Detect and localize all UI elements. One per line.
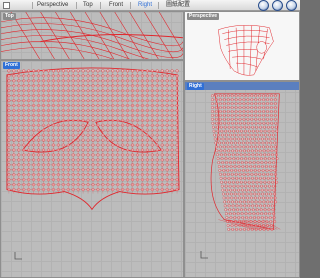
tab-divider <box>158 2 159 9</box>
tab-front[interactable]: Front <box>106 1 126 10</box>
right-viewport[interactable]: Right <box>184 81 300 278</box>
top-viewport[interactable]: Top <box>0 11 184 60</box>
mask-right-wireframe <box>210 93 281 231</box>
tab-top[interactable]: Top <box>80 1 96 10</box>
axis-icon <box>200 251 208 259</box>
tab-perspective[interactable]: Perspective <box>34 1 71 10</box>
viewport-label[interactable]: Front <box>3 62 20 69</box>
viewport-grid-icon[interactable] <box>3 2 10 9</box>
viewport-label[interactable]: Perspective <box>187 13 220 20</box>
mask-top-wireframe <box>1 12 183 59</box>
tab-divider <box>130 2 131 9</box>
sphere-display-icon[interactable] <box>258 0 269 11</box>
sphere-rendered-icon[interactable] <box>286 0 297 11</box>
tab-divider <box>76 2 77 9</box>
tab-layout[interactable]: 圖紙配置 <box>163 1 193 10</box>
viewport-label[interactable]: Right <box>187 83 204 90</box>
viewport-tab-bar: Perspective Top Front Right 圖紙配置 <box>0 0 300 11</box>
mask-front-wireframe <box>6 67 180 211</box>
axis-icon <box>14 252 22 260</box>
perspective-viewport[interactable]: Perspective <box>184 11 300 81</box>
tab-divider <box>100 2 101 9</box>
tab-right[interactable]: Right <box>135 1 155 10</box>
tab-divider <box>32 2 33 9</box>
front-viewport[interactable]: Front <box>0 60 184 278</box>
viewport-label[interactable]: Top <box>3 13 16 20</box>
sphere-shaded-icon[interactable] <box>272 0 283 11</box>
mask-perspective-wireframe <box>218 24 274 76</box>
